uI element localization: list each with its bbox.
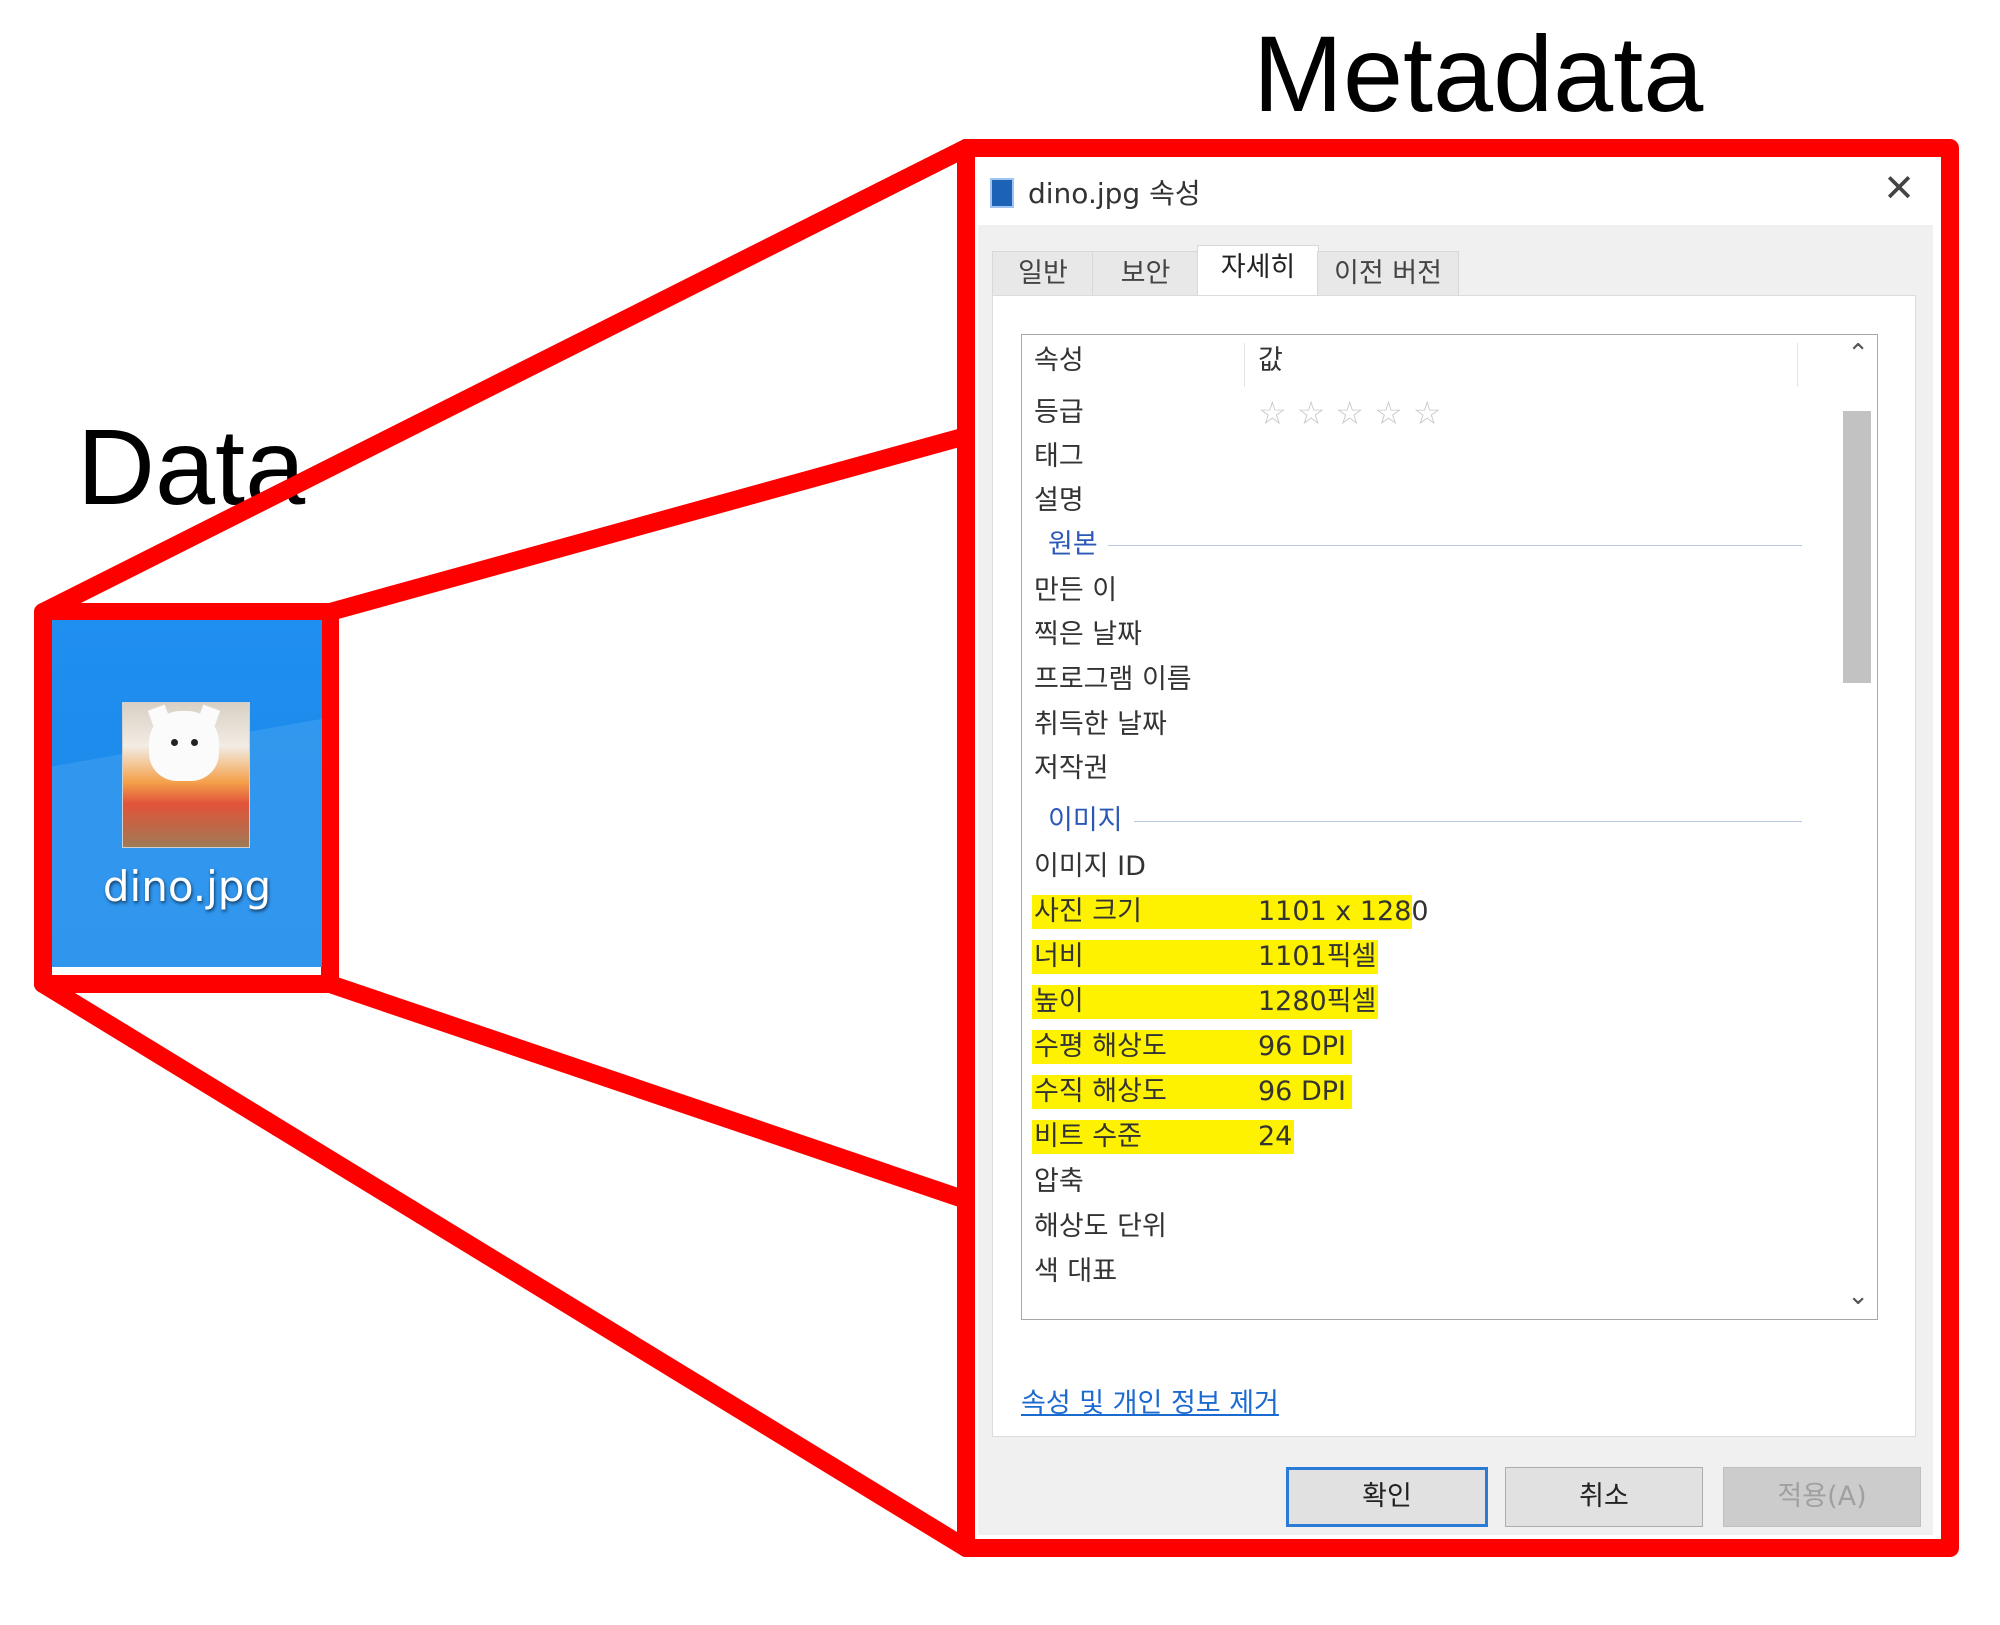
property-row[interactable]: 태그: [1022, 437, 1842, 477]
title-bar: dino.jpg 속성 ✕: [978, 160, 1933, 225]
property-row[interactable]: 만든 이: [1022, 571, 1842, 611]
property-row[interactable]: 설명: [1022, 481, 1842, 521]
property-key: 설명: [1034, 485, 1084, 516]
property-key: 수평 해상도: [1034, 1031, 1167, 1062]
group-header-origin: 원본: [1022, 525, 1842, 565]
property-key: 이미지 ID: [1034, 851, 1146, 882]
property-key: 압축: [1034, 1166, 1084, 1197]
close-icon[interactable]: ✕: [1883, 166, 1915, 210]
property-key: 태그: [1034, 441, 1084, 472]
star-icon[interactable]: ☆: [1297, 394, 1326, 432]
scroll-down-icon[interactable]: ⌄: [1847, 1281, 1869, 1311]
property-row[interactable]: 해상도 단위: [1022, 1207, 1842, 1247]
star-icon[interactable]: ☆: [1374, 394, 1403, 432]
dialog-title: dino.jpg 속성: [1028, 177, 1201, 210]
star-icon[interactable]: ☆: [1413, 394, 1442, 432]
property-key: 찍은 날짜: [1034, 619, 1142, 650]
cancel-button[interactable]: 취소: [1505, 1467, 1703, 1527]
column-header-value[interactable]: 값: [1258, 339, 1283, 383]
column-header: 속성 값: [1022, 339, 1842, 387]
star-icon[interactable]: ☆: [1335, 394, 1364, 432]
scroll-up-icon[interactable]: ⌃: [1847, 339, 1869, 369]
ok-button[interactable]: 확인: [1286, 1467, 1488, 1527]
rating-stars[interactable]: ☆ ☆ ☆ ☆ ☆: [1258, 393, 1451, 436]
property-key: 색 대표: [1034, 1256, 1118, 1287]
remove-properties-link[interactable]: 속성 및 개인 정보 제거: [1021, 1381, 1279, 1420]
property-row-highlighted[interactable]: 높이 1280픽셀: [1022, 982, 1842, 1022]
details-panel: 속성 값 등급 ☆ ☆ ☆ ☆ ☆ 태그 설명 원본 만든 이 찍은 날짜 프로…: [992, 295, 1916, 1437]
image-file-icon: [990, 178, 1014, 208]
connector-line-upper: [321, 427, 975, 621]
property-value: 1280픽셀: [1258, 986, 1377, 1017]
property-list[interactable]: 속성 값 등급 ☆ ☆ ☆ ☆ ☆ 태그 설명 원본 만든 이 찍은 날짜 프로…: [1021, 334, 1878, 1320]
property-value: 1101 x 1280: [1258, 896, 1429, 927]
property-key: 등급: [1034, 397, 1084, 428]
tab-general[interactable]: 일반: [992, 251, 1094, 297]
property-row[interactable]: 프로그램 이름: [1022, 660, 1842, 700]
connector-line-lower: [321, 975, 975, 1209]
property-row[interactable]: 취득한 날짜: [1022, 705, 1842, 745]
group-label: 이미지: [1048, 805, 1123, 836]
image-thumbnail: [122, 702, 250, 848]
property-key: 저작권: [1034, 753, 1109, 784]
tab-security[interactable]: 보안: [1092, 251, 1199, 297]
property-key: 수직 해상도: [1034, 1076, 1167, 1107]
group-header-image: 이미지: [1022, 801, 1842, 841]
property-row[interactable]: 찍은 날짜: [1022, 615, 1842, 655]
property-value: 24: [1258, 1121, 1293, 1152]
property-key: 너비: [1034, 941, 1084, 972]
property-key: 만든 이: [1034, 575, 1118, 606]
property-value: 96 DPI: [1258, 1031, 1346, 1062]
apply-button[interactable]: 적용(A): [1723, 1467, 1921, 1527]
property-value: 96 DPI: [1258, 1076, 1346, 1107]
property-row-highlighted[interactable]: 사진 크기 1101 x 1280: [1022, 892, 1842, 932]
property-row[interactable]: 저작권: [1022, 749, 1842, 789]
property-row[interactable]: 이미지 ID: [1022, 847, 1842, 887]
property-row[interactable]: 압축: [1022, 1162, 1842, 1202]
properties-dialog: dino.jpg 속성 ✕ 일반 보안 자세히 이전 버전 속성 값 등급 ☆ ☆…: [978, 160, 1933, 1535]
column-header-property[interactable]: 속성: [1034, 339, 1084, 383]
property-row-highlighted[interactable]: 수평 해상도 96 DPI: [1022, 1027, 1842, 1067]
property-key: 높이: [1034, 986, 1084, 1017]
property-row-highlighted[interactable]: 너비 1101픽셀: [1022, 937, 1842, 977]
scrollbar-thumb[interactable]: [1843, 411, 1871, 683]
tab-previous-versions[interactable]: 이전 버전: [1317, 251, 1459, 297]
property-row-highlighted[interactable]: 비트 수준 24: [1022, 1117, 1842, 1157]
property-key: 프로그램 이름: [1034, 664, 1192, 695]
desktop-file-icon[interactable]: dino.jpg: [52, 620, 322, 967]
file-name-label: dino.jpg: [102, 862, 272, 911]
connector-line-bottom: [34, 975, 975, 1557]
property-row[interactable]: 색 대표: [1022, 1252, 1842, 1292]
property-key: 비트 수준: [1034, 1121, 1142, 1152]
star-icon[interactable]: ☆: [1258, 394, 1287, 432]
property-key: 사진 크기: [1034, 896, 1142, 927]
property-row-highlighted[interactable]: 수직 해상도 96 DPI: [1022, 1072, 1842, 1112]
property-value: 1101픽셀: [1258, 941, 1377, 972]
tab-details[interactable]: 자세히: [1197, 245, 1319, 297]
property-key: 해상도 단위: [1034, 1211, 1167, 1242]
group-label: 원본: [1048, 529, 1098, 560]
property-row-rating[interactable]: 등급 ☆ ☆ ☆ ☆ ☆: [1022, 393, 1842, 433]
connector-line-top: [34, 139, 975, 621]
property-key: 취득한 날짜: [1034, 709, 1167, 740]
